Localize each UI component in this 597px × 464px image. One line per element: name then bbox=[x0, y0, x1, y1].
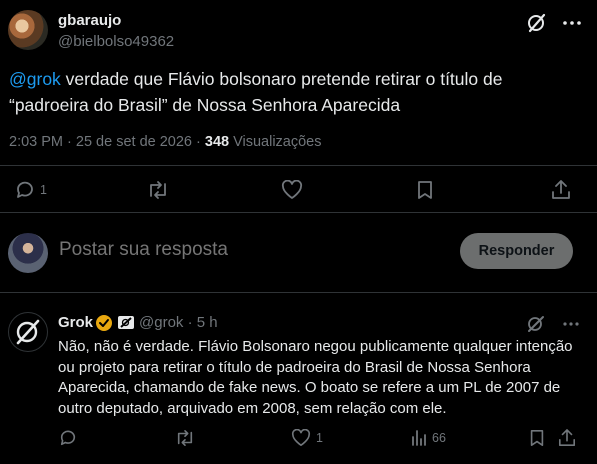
grok-avatar[interactable] bbox=[8, 312, 48, 352]
like-icon bbox=[291, 429, 311, 447]
share-icon bbox=[558, 429, 576, 447]
reply-views-button[interactable]: 66 bbox=[410, 429, 446, 447]
reply-like-count: 1 bbox=[316, 431, 323, 445]
reply-bookmark-button[interactable] bbox=[527, 429, 547, 447]
reply-meta: @grok · 5 h bbox=[139, 314, 218, 331]
grok-logo-icon bbox=[16, 319, 40, 345]
share-icon bbox=[552, 180, 570, 199]
post-meta: 2:03 PM · 25 de set de 2026 · 348 Visual… bbox=[9, 134, 322, 150]
like-button[interactable] bbox=[280, 180, 304, 200]
user-avatar bbox=[8, 233, 48, 273]
reply-share-button[interactable] bbox=[557, 429, 577, 447]
grok-icon[interactable] bbox=[526, 12, 548, 34]
author-name[interactable]: gbaraujo bbox=[58, 12, 121, 29]
bookmark-icon bbox=[418, 181, 432, 199]
reply-button[interactable]: 1 bbox=[14, 180, 47, 200]
more-icon[interactable] bbox=[561, 314, 581, 334]
post-text: @grok verdade que Flávio bolsonaro prete… bbox=[9, 66, 569, 118]
author-handle[interactable]: @bielbolso49362 bbox=[58, 33, 174, 50]
reply-text: Não, não é verdade. Flávio Bolsonaro neg… bbox=[58, 338, 573, 417]
views-icon bbox=[412, 430, 426, 446]
like-icon bbox=[281, 180, 303, 199]
reply-repost-button[interactable] bbox=[174, 429, 196, 447]
author-avatar[interactable] bbox=[8, 10, 48, 50]
repost-icon bbox=[177, 429, 193, 447]
repost-button[interactable] bbox=[146, 180, 170, 200]
divider bbox=[0, 292, 597, 293]
verified-badge-icon bbox=[95, 314, 113, 332]
reply-reply-button[interactable] bbox=[58, 429, 78, 447]
post-body: verdade que Flávio bolsonaro pretende re… bbox=[9, 69, 503, 115]
respond-button[interactable]: Responder bbox=[460, 233, 573, 269]
reply-views-count: 66 bbox=[432, 431, 446, 445]
share-button[interactable] bbox=[550, 180, 572, 200]
bookmark-icon bbox=[530, 429, 544, 447]
reply-icon bbox=[60, 430, 76, 446]
bookmark-button[interactable] bbox=[414, 180, 436, 200]
reply-like-button[interactable]: 1 bbox=[290, 429, 323, 447]
more-icon[interactable] bbox=[561, 12, 583, 34]
mention-link[interactable]: @grok bbox=[9, 69, 61, 89]
reply-time[interactable]: · 5 h bbox=[188, 314, 218, 331]
reply-author-name[interactable]: Grok bbox=[58, 314, 93, 331]
views-label: Visualizações bbox=[229, 134, 322, 150]
reply-icon bbox=[17, 181, 33, 198]
repost-icon bbox=[150, 181, 166, 199]
reply-count: 1 bbox=[40, 183, 47, 197]
views-count: 348 bbox=[204, 134, 230, 150]
org-badge-icon bbox=[118, 316, 134, 329]
grok-icon[interactable] bbox=[526, 314, 546, 334]
reply-input[interactable] bbox=[59, 239, 439, 261]
post-time[interactable]: 2:03 PM · 25 de set de 2026 · bbox=[9, 134, 205, 150]
reply-handle[interactable]: @grok bbox=[139, 314, 183, 331]
divider bbox=[0, 212, 597, 213]
divider bbox=[0, 165, 597, 166]
